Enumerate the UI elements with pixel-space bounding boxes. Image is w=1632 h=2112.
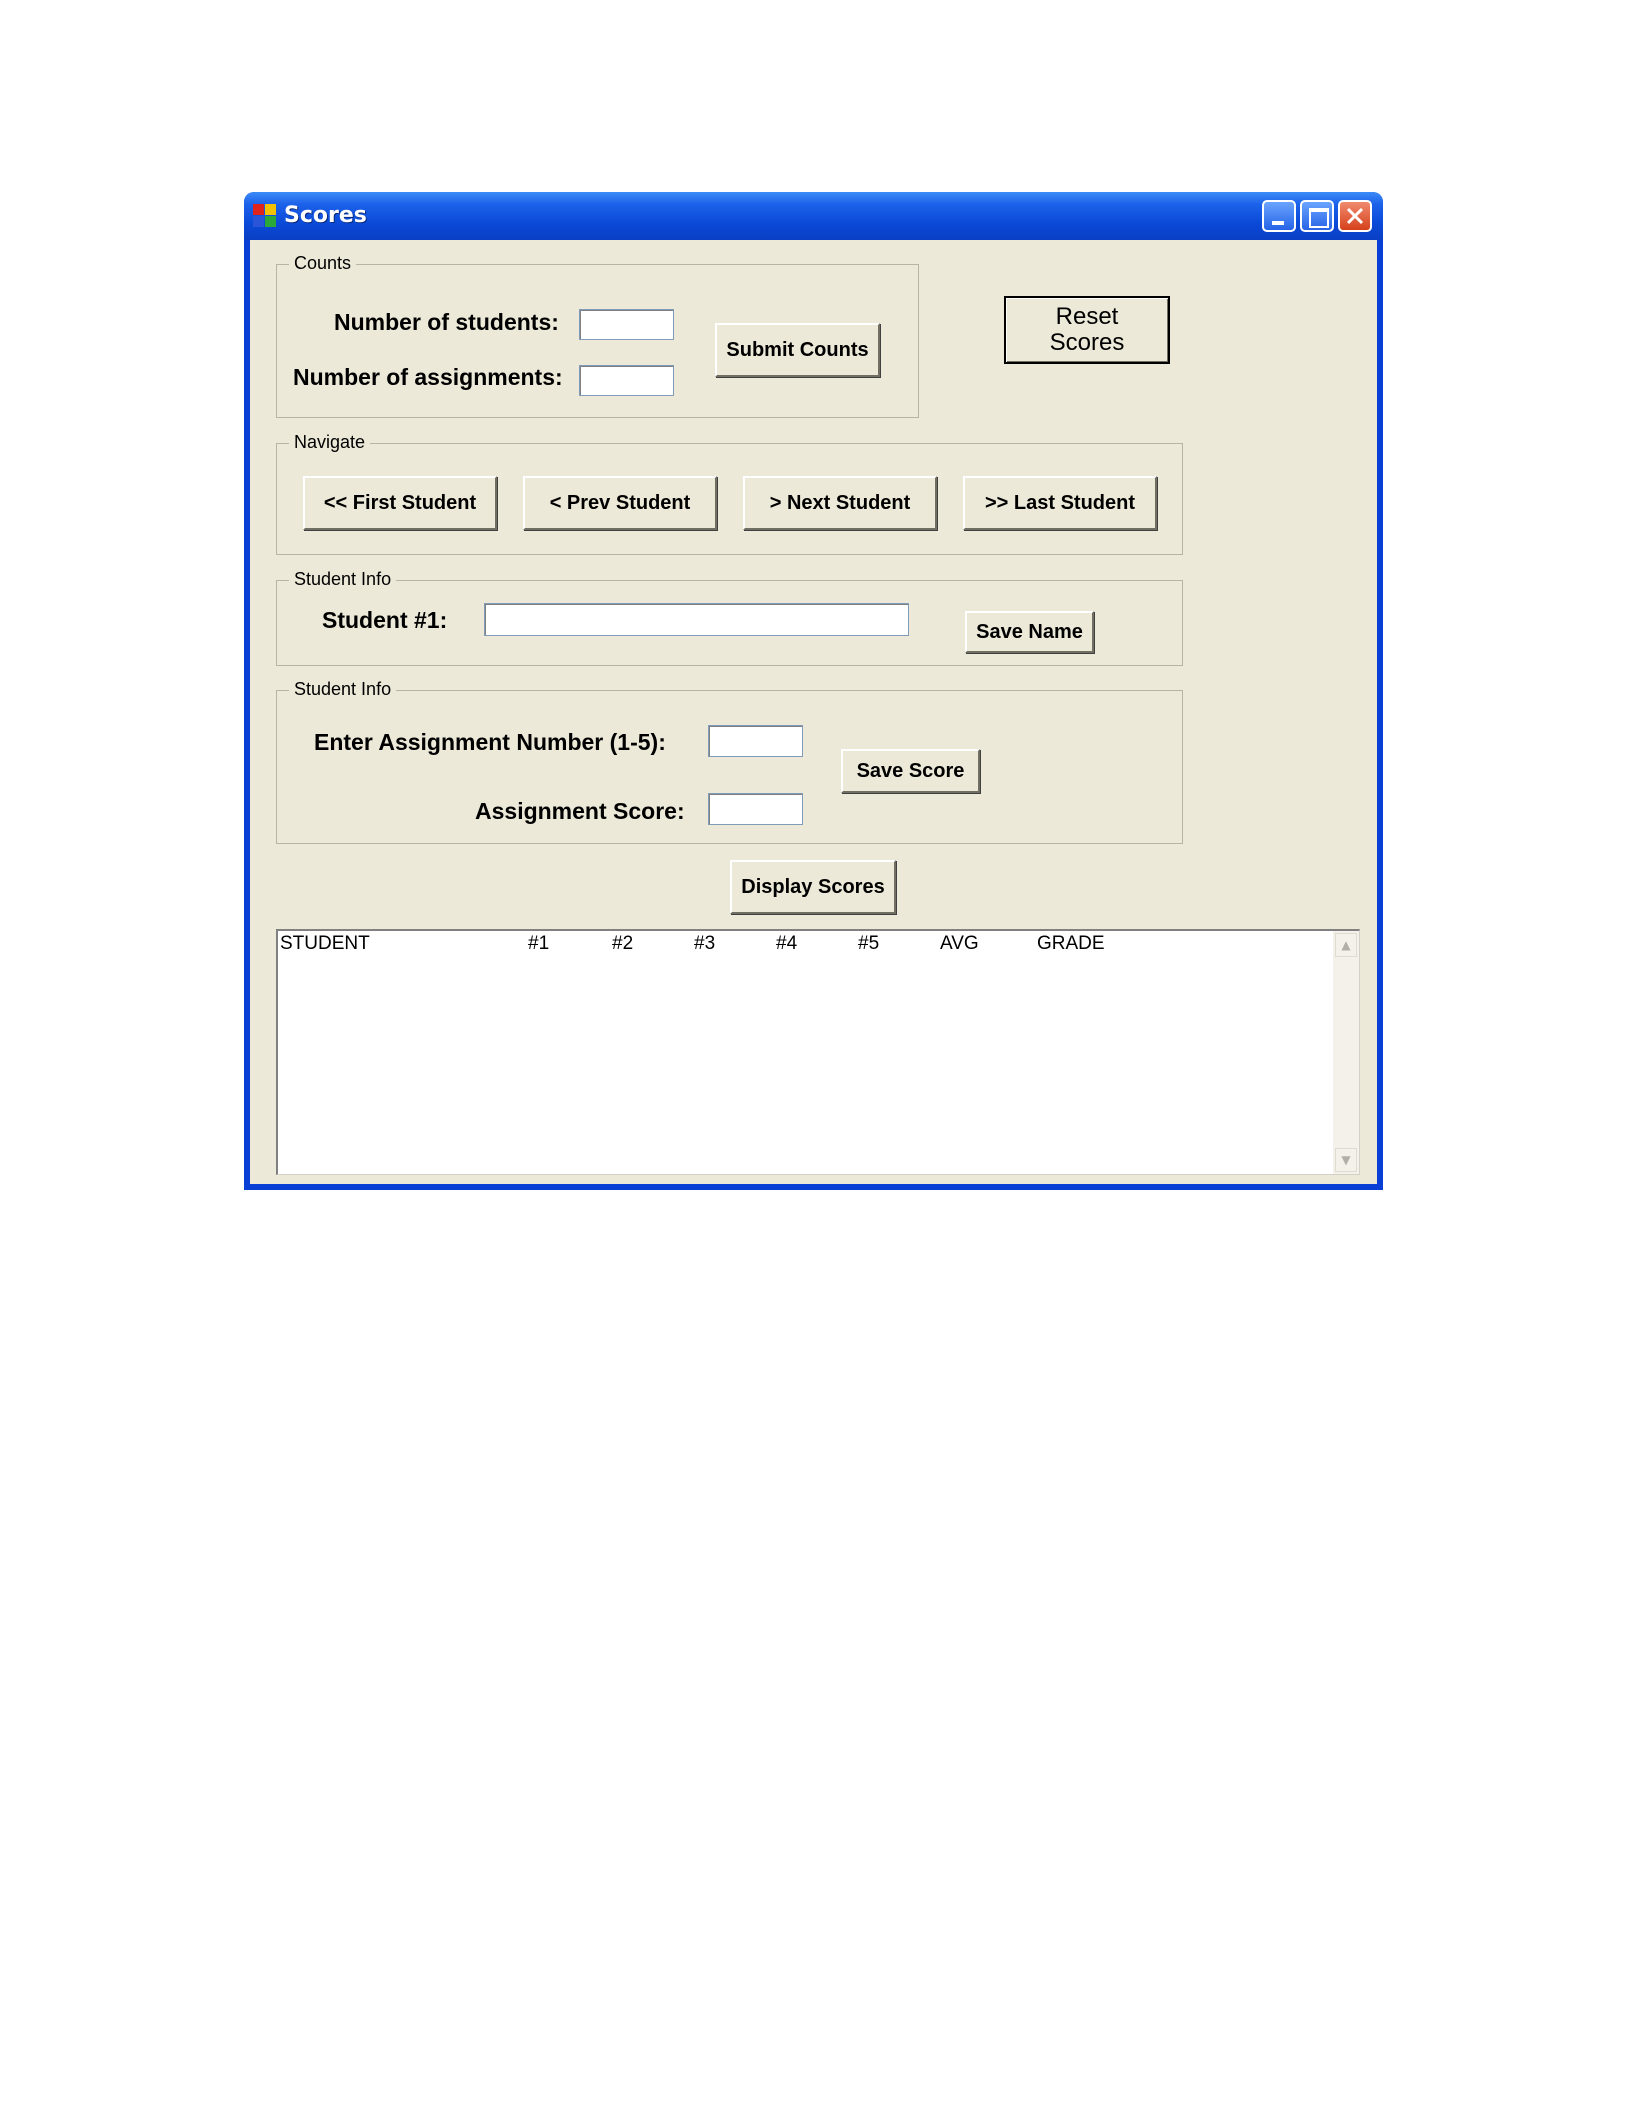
- column-header-2: #2: [612, 933, 634, 954]
- maximize-icon: [1309, 208, 1329, 228]
- student-info-group-label: Student Info: [289, 569, 397, 590]
- maximize-button[interactable]: [1300, 200, 1334, 232]
- assignments-count-input[interactable]: [579, 365, 674, 396]
- assignment-score-input[interactable]: [708, 793, 803, 825]
- reset-scores-label: Reset Scores: [1049, 303, 1125, 356]
- assignment-number-input[interactable]: [708, 725, 803, 757]
- column-header-5: #5: [858, 933, 880, 954]
- first-student-button[interactable]: << First Student: [303, 476, 497, 530]
- minimize-icon: [1272, 221, 1284, 225]
- scroll-down-icon: ▼: [1341, 1153, 1351, 1167]
- scroll-up-icon: ▲: [1341, 938, 1351, 952]
- students-label: Number of students:: [334, 309, 559, 335]
- title-bar[interactable]: Scores: [244, 192, 1383, 240]
- navigate-group-label: Navigate: [289, 432, 371, 453]
- column-header-student: STUDENT: [280, 933, 370, 954]
- assignment-score-label: Assignment Score:: [475, 798, 685, 824]
- next-student-button[interactable]: > Next Student: [743, 476, 937, 530]
- student-number-label: Student #1:: [322, 607, 448, 633]
- prev-student-button[interactable]: < Prev Student: [523, 476, 717, 530]
- counts-group: Counts Number of students: Number of ass…: [276, 253, 919, 418]
- scores-window: Scores Counts Number of students: Number…: [244, 192, 1383, 1190]
- student-info-group: Student Info Student #1: Save Name: [276, 569, 1183, 666]
- column-header-grade: GRADE: [1037, 933, 1105, 954]
- scores-listbox[interactable]: STUDENT #1 #2 #3 #4 #5 AVG GRADE ▲ ▼: [276, 929, 1360, 1175]
- display-scores-button[interactable]: Display Scores: [730, 860, 896, 914]
- last-student-button[interactable]: >> Last Student: [963, 476, 1157, 530]
- navigate-group: Navigate << First Student < Prev Student…: [276, 432, 1183, 555]
- assignment-score-group-label: Student Info: [289, 679, 397, 700]
- column-header-1: #1: [528, 933, 550, 954]
- column-header-3: #3: [694, 933, 716, 954]
- counts-group-label: Counts: [289, 253, 357, 274]
- minimize-button[interactable]: [1262, 200, 1296, 232]
- student-name-input[interactable]: [484, 603, 909, 636]
- save-score-button[interactable]: Save Score: [841, 749, 980, 793]
- column-header-4: #4: [776, 933, 798, 954]
- students-count-input[interactable]: [579, 309, 674, 340]
- vertical-scrollbar[interactable]: ▲ ▼: [1333, 931, 1359, 1174]
- submit-counts-button[interactable]: Submit Counts: [715, 323, 880, 377]
- assignments-label: Number of assignments:: [293, 364, 563, 390]
- assignment-number-label: Enter Assignment Number (1-5):: [314, 729, 666, 755]
- app-icon: [253, 204, 277, 228]
- window-title: Scores: [284, 203, 367, 228]
- scroll-down-button[interactable]: ▼: [1335, 1148, 1357, 1172]
- save-name-button[interactable]: Save Name: [965, 611, 1094, 653]
- window-client-area: Counts Number of students: Number of ass…: [250, 240, 1377, 1184]
- assignment-score-group: Student Info Enter Assignment Number (1-…: [276, 679, 1183, 844]
- column-header-avg: AVG: [940, 933, 979, 954]
- scroll-up-button[interactable]: ▲: [1335, 933, 1357, 957]
- close-button[interactable]: [1338, 200, 1372, 232]
- reset-scores-button[interactable]: Reset Scores: [1004, 296, 1170, 364]
- close-icon: [1346, 207, 1364, 225]
